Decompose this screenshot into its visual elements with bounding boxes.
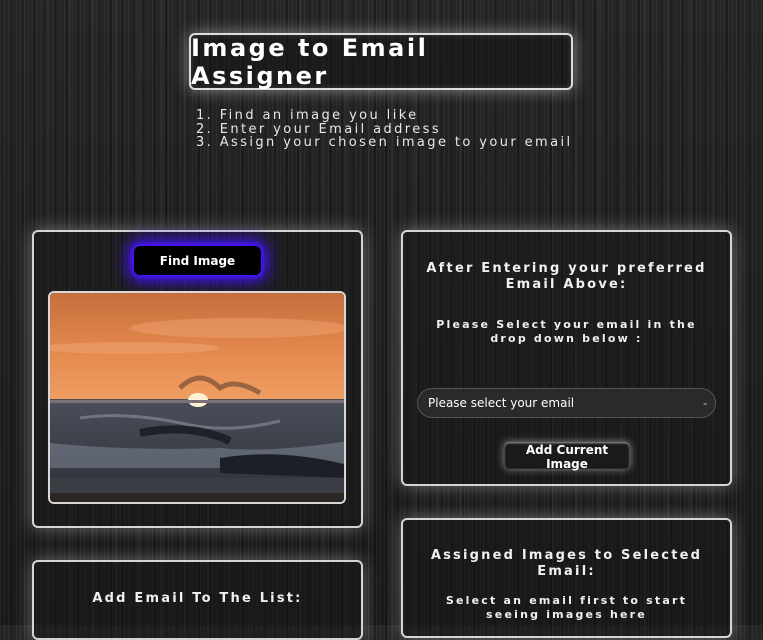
add-email-heading: Add Email To The List: bbox=[92, 591, 303, 606]
email-select-instruction: Please Select your email in the drop dow… bbox=[436, 318, 697, 345]
page-title: Image to Email Assigner bbox=[189, 33, 573, 90]
assigned-images-message: Select an email first to start seeing im… bbox=[445, 594, 688, 621]
assigned-images-heading: Assigned Images to Selected Email: bbox=[430, 548, 703, 579]
add-current-image-button[interactable]: Add Current Image bbox=[504, 442, 630, 471]
chevron-down-icon: ⌄ bbox=[701, 398, 709, 408]
step-item: 1. Find an image you like bbox=[196, 108, 419, 123]
find-image-button[interactable]: Find Image bbox=[134, 246, 261, 275]
email-dropdown[interactable]: Please select your email ⌄ bbox=[417, 388, 716, 418]
email-dropdown-value: Please select your email bbox=[428, 396, 575, 410]
preview-image bbox=[48, 291, 346, 504]
email-select-heading: After Entering your preferred Email Abov… bbox=[426, 261, 707, 292]
step-item: 3. Assign your chosen image to your emai… bbox=[196, 135, 573, 150]
instructions-list: 1. Find an image you like 2. Enter your … bbox=[196, 109, 572, 150]
step-item: 2. Enter your Email address bbox=[196, 121, 441, 137]
